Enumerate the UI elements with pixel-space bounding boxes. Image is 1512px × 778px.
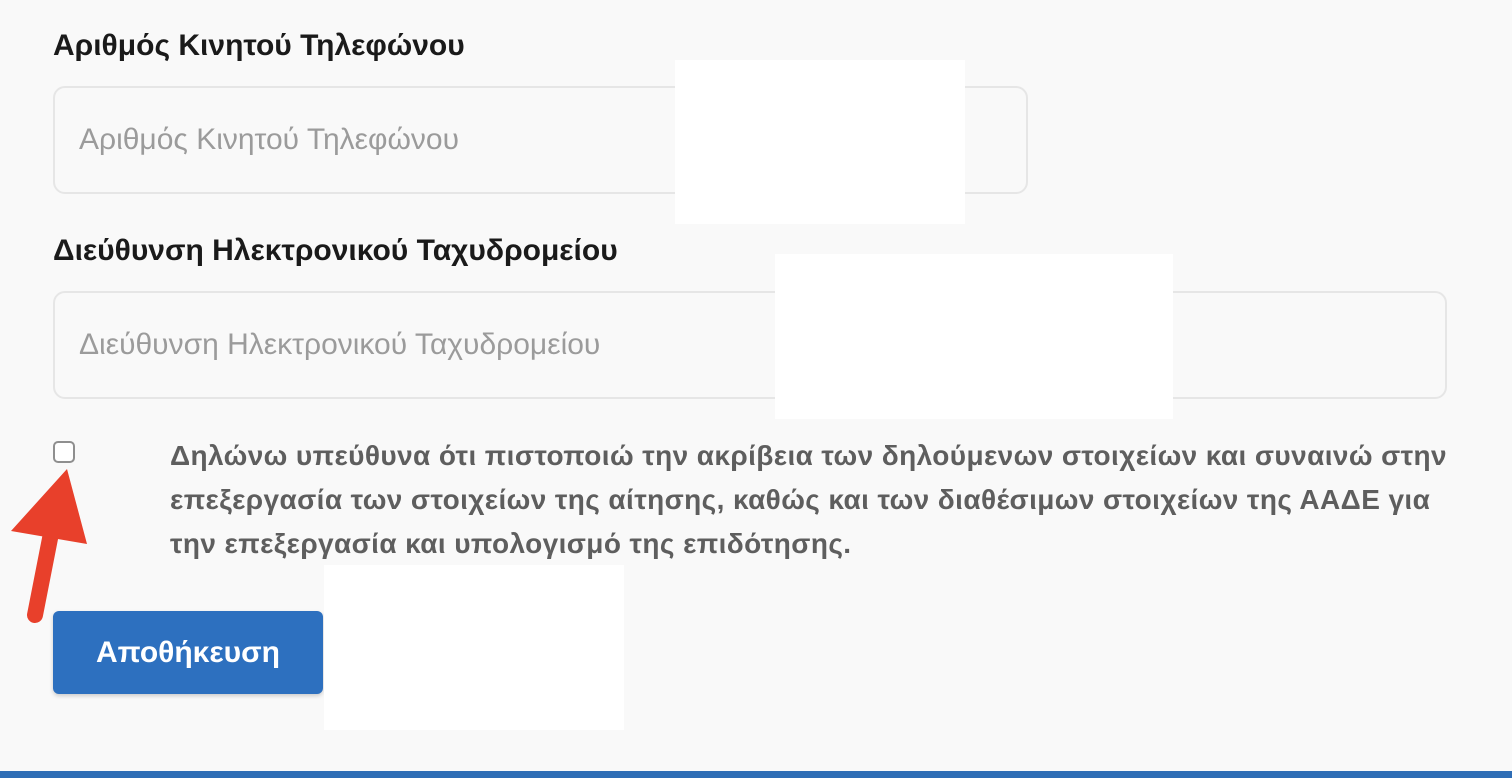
email-input[interactable] [55,293,1445,397]
redaction-block [675,60,965,224]
redaction-block [324,565,624,730]
annotation-arrow-icon [11,469,87,623]
arrow-head [11,469,87,544]
redaction-block [775,254,1173,419]
save-button[interactable]: Αποθήκευση [53,611,323,694]
declaration-text: Δηλώνω υπεύθυνα ότι πιστοποιώ την ακρίβε… [170,440,1448,559]
email-field-wrapper[interactable] [53,291,1447,399]
email-label: Διεύθυνση Ηλεκτρονικού Ταχυδρομείου [53,234,618,267]
bottom-accent-bar [0,771,1512,778]
mobile-phone-label: Αριθμός Κινητού Τηλεφώνου [53,29,465,62]
